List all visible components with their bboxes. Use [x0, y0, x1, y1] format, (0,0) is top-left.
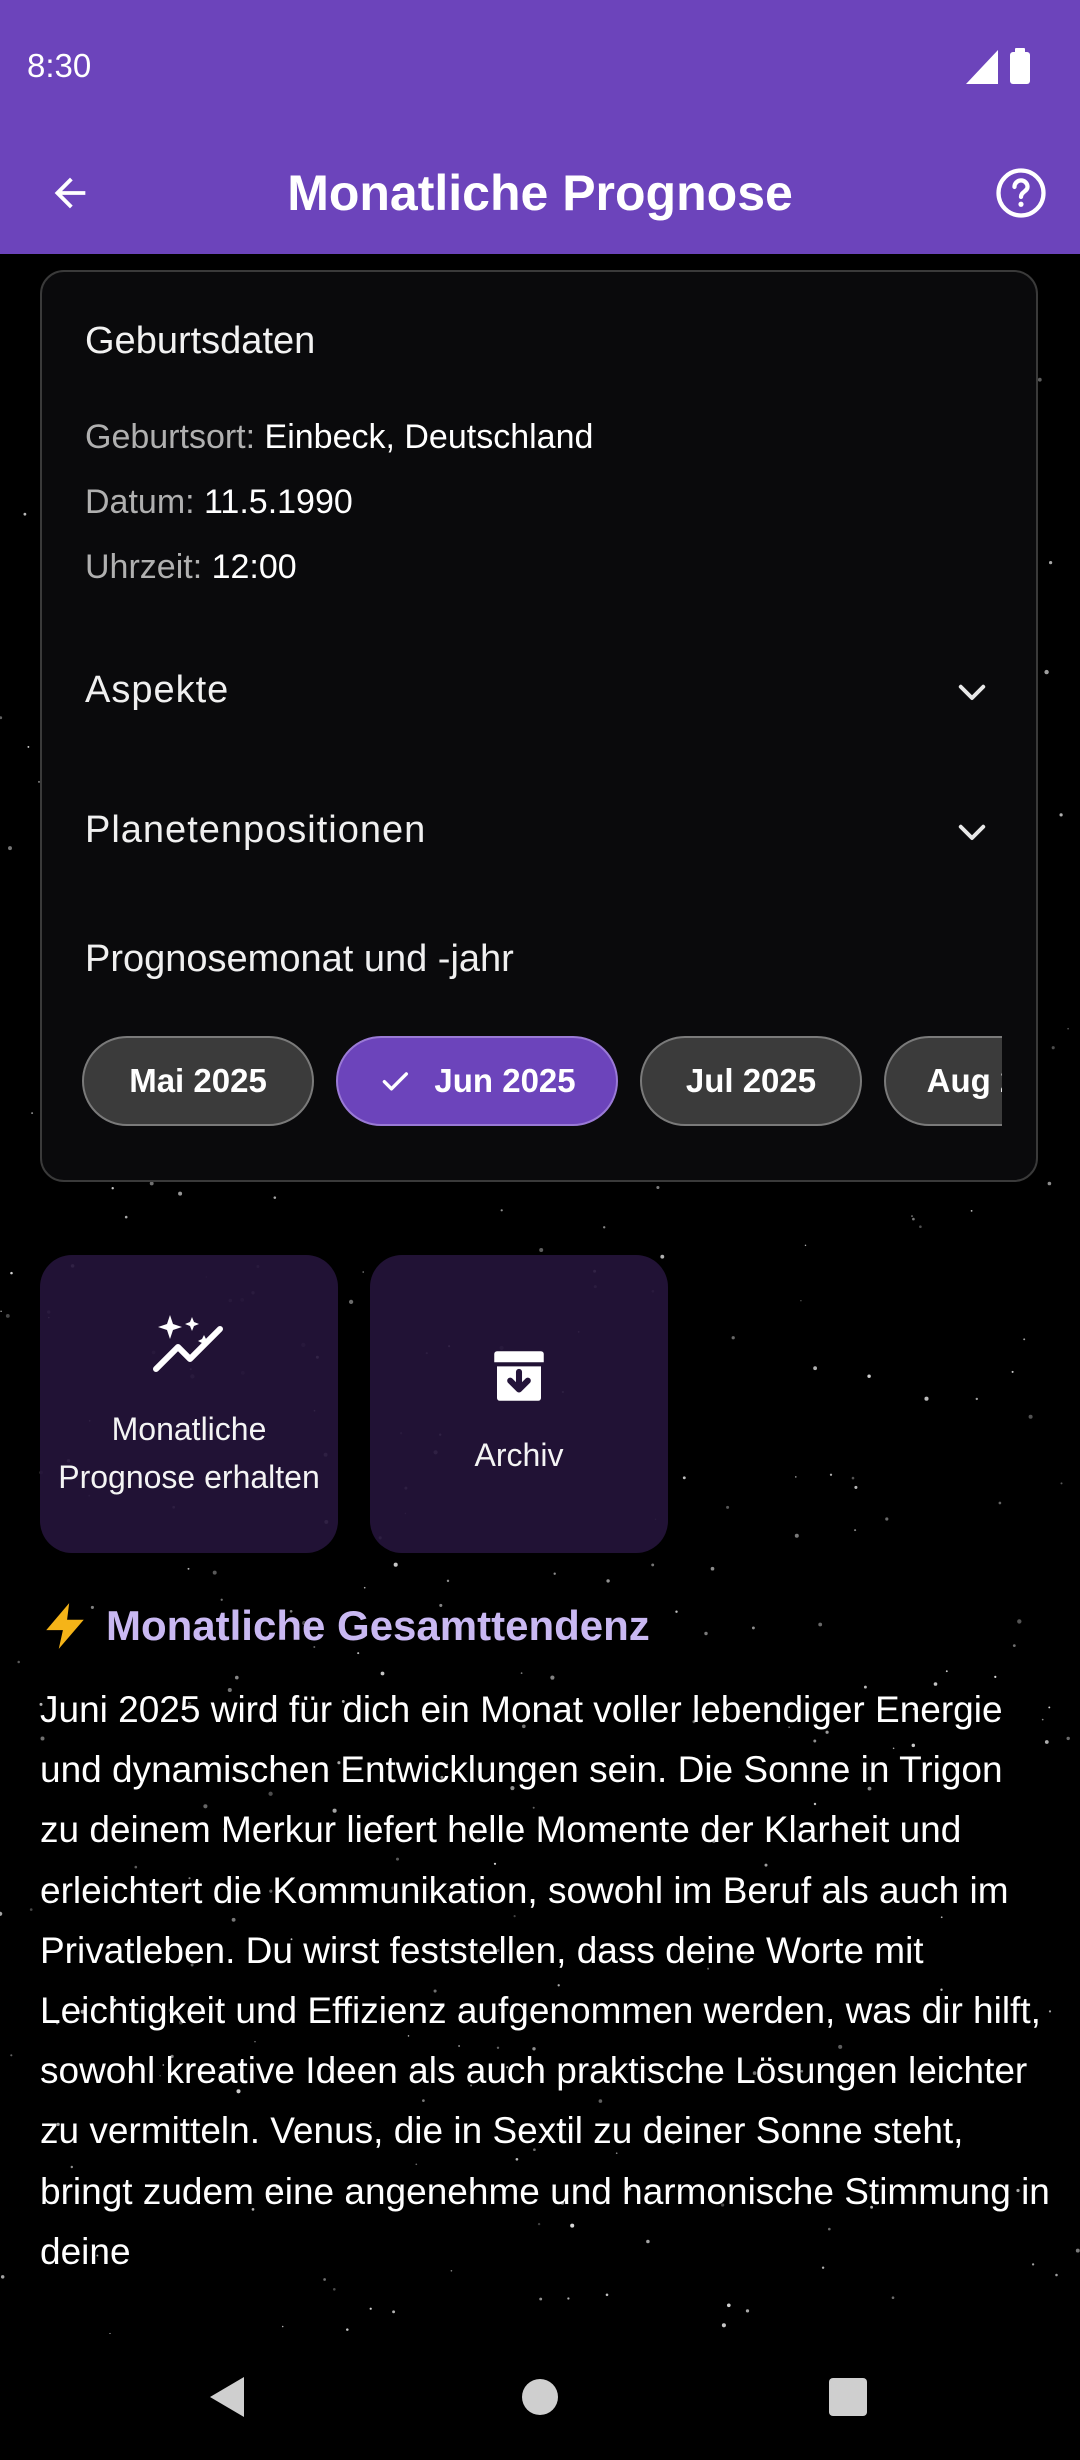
- page-title: Monatliche Prognose: [287, 165, 793, 221]
- back-button[interactable]: [28, 160, 112, 226]
- month-chip-aug[interactable]: Aug 2025: [884, 1036, 1002, 1126]
- month-chip-label: Jul 2025: [685, 1062, 817, 1099]
- planet-positions-label: Planetenpositionen: [85, 809, 427, 851]
- chevron-down-icon: [958, 684, 986, 700]
- birth-data-card: Geburtsdaten Geburtsort: Einbeck, Deutsc…: [40, 270, 1038, 1182]
- nav-home-icon: [522, 2379, 558, 2415]
- card-title: Geburtsdaten: [85, 320, 316, 362]
- archive-button[interactable]: Archiv: [370, 1255, 668, 1553]
- month-chip-scroller[interactable]: Mai 2025 Jun 2025 Jul 2025 Aug 2025: [82, 1036, 1002, 1136]
- chevron-down-icon: [958, 824, 986, 840]
- month-chip-may[interactable]: Mai 2025: [82, 1036, 314, 1126]
- nav-home-button[interactable]: [507, 2364, 573, 2430]
- status-time: 8:30: [27, 47, 92, 84]
- month-chip-row: Mai 2025 Jun 2025 Jul 2025 Aug 2025: [82, 1036, 1002, 1126]
- birth-time-row: Uhrzeit: 12:00: [85, 548, 297, 587]
- forecast-body-text: Juni 2025 wird für dich ein Monat voller…: [40, 1689, 1050, 2272]
- archive-icon: [370, 1343, 668, 1409]
- battery-icon: [1010, 48, 1030, 84]
- nav-back-button[interactable]: [195, 2364, 261, 2430]
- system-navigation-bar: [0, 2334, 1080, 2460]
- nav-back-icon: [210, 2377, 244, 2417]
- lightning-bolt-icon: [46, 1603, 84, 1649]
- get-forecast-label: Monatliche Prognose erhalten: [58, 1411, 320, 1495]
- birth-date-label: Datum:: [85, 483, 195, 521]
- aspects-label: Aspekte: [85, 669, 230, 711]
- app-bar: Monatliche Prognose: [0, 132, 1080, 254]
- signal-icon: [966, 50, 998, 84]
- birth-time-value: 12:00: [211, 548, 297, 586]
- help-button[interactable]: [980, 152, 1062, 234]
- nav-recents-icon: [829, 2378, 867, 2416]
- help-circle-icon: [996, 168, 1046, 218]
- planet-positions-expander[interactable]: Planetenpositionen: [42, 770, 1036, 890]
- month-chip-label: Mai 2025: [129, 1062, 267, 1099]
- month-chip-label: Aug 2025: [926, 1062, 1002, 1099]
- check-icon: [378, 1064, 412, 1098]
- birth-time-label: Uhrzeit:: [85, 548, 203, 586]
- birth-date-value: 11.5.1990: [204, 483, 353, 521]
- status-icons: [966, 48, 1030, 84]
- arrow-back-icon: [54, 177, 86, 209]
- birth-place-value: Einbeck, Deutschland: [264, 418, 594, 456]
- birth-date-row: Datum: 11.5.1990: [85, 483, 353, 522]
- forecast-month-heading: Prognosemonat und -jahr: [85, 938, 514, 980]
- month-chip-label: Jun 2025: [434, 1062, 576, 1099]
- get-forecast-button[interactable]: Monatliche Prognose erhalten: [40, 1255, 338, 1553]
- aspects-expander[interactable]: Aspekte: [42, 630, 1036, 750]
- status-bar: 8:30: [0, 0, 1080, 132]
- nav-recents-button[interactable]: [815, 2364, 881, 2430]
- archive-label: Archiv: [474, 1437, 564, 1473]
- section-title: Monatliche Gesamttendenz: [106, 1602, 650, 1649]
- month-chip-jul[interactable]: Jul 2025: [640, 1036, 862, 1126]
- birth-place-label: Geburtsort:: [85, 418, 256, 456]
- month-chip-jun[interactable]: Jun 2025: [336, 1036, 618, 1126]
- section-heading: Monatliche Gesamttendenz: [40, 1600, 650, 1652]
- auto-graph-icon: [40, 1313, 338, 1375]
- birth-place-row: Geburtsort: Einbeck, Deutschland: [85, 418, 593, 457]
